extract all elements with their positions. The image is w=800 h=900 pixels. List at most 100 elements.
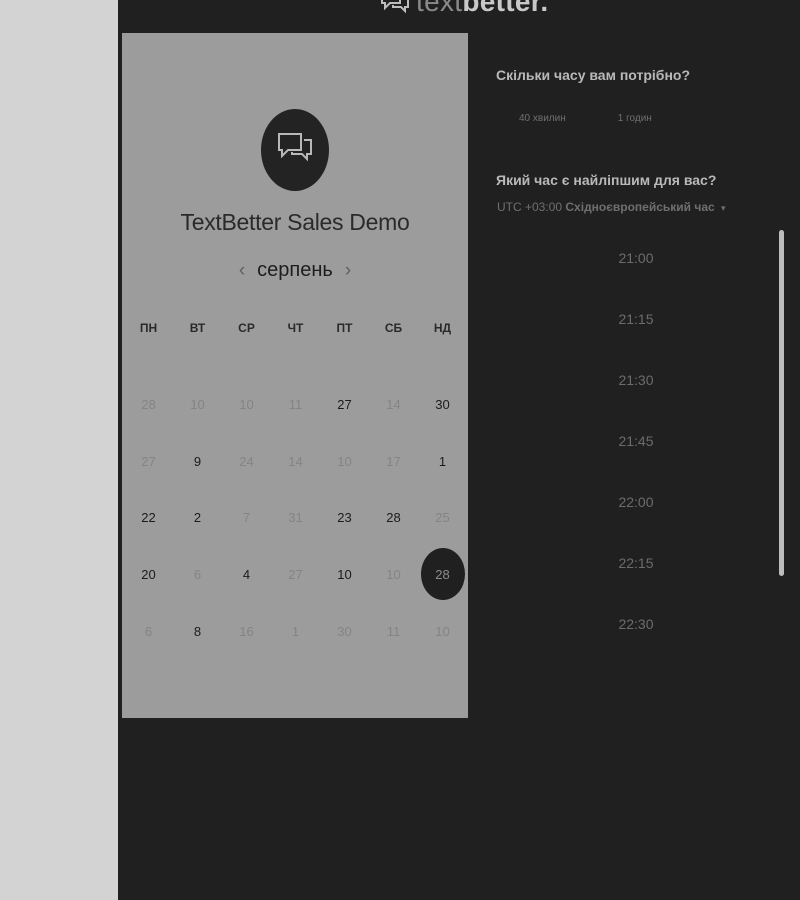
calendar-day-available[interactable]: 30 [418, 376, 467, 433]
calendar-day: 24 [222, 433, 271, 490]
calendar-day-number: 30 [337, 623, 352, 639]
calendar-day: 31 [271, 489, 320, 546]
calendar-day: 10 [369, 546, 418, 603]
calendar-day-available[interactable]: 23 [320, 489, 369, 546]
calendar-day-number: 25 [435, 510, 450, 526]
calendar-day: 10 [418, 603, 467, 660]
calendar-day: 27 [271, 546, 320, 603]
calendar-day-number: 16 [239, 623, 254, 639]
calendar-day-available[interactable]: 20 [124, 546, 173, 603]
chat-bubbles-icon [380, 0, 410, 15]
calendar-day-available[interactable]: 28 [369, 489, 418, 546]
weekday-label: СБ [384, 321, 403, 335]
time-slot[interactable]: 21:30 [586, 372, 686, 433]
calendar-day-number: 7 [242, 510, 251, 526]
time-slot[interactable]: 22:00 [586, 494, 686, 555]
calendar-day-number: 8 [193, 623, 202, 639]
time-slot[interactable]: 21:00 [586, 250, 686, 311]
calendar-day-number: 10 [386, 566, 401, 582]
calendar-day: 6 [124, 603, 173, 660]
calendar-day: 10 [222, 376, 271, 433]
calendar-day: 28 [124, 376, 173, 433]
calendar-day-number: 27 [337, 396, 352, 412]
calendar-day-number: 27 [141, 453, 156, 469]
calendar-day-number: 11 [386, 623, 401, 639]
calendar-day-number: 11 [288, 396, 303, 412]
calendar-day-number: 1 [438, 453, 447, 469]
calendar-day-number: 24 [239, 453, 254, 469]
weekday-label: СР [238, 321, 255, 335]
calendar-day: 30 [320, 603, 369, 660]
calendar-day-number: 28 [420, 548, 465, 601]
calendar-day: 11 [271, 376, 320, 433]
calendar-day: 16 [222, 603, 271, 660]
timezone-offset: UTC +03:00 [497, 200, 563, 214]
calendar-day: 11 [369, 603, 418, 660]
calendar-day-number: 10 [190, 396, 205, 412]
time-slot[interactable]: 21:45 [586, 433, 686, 494]
chevron-down-icon: ▾ [721, 203, 726, 213]
prev-month-button[interactable]: ‹ [239, 261, 245, 280]
calendar-day-selected[interactable]: 28 [418, 546, 467, 603]
calendar-day: 1 [271, 603, 320, 660]
calendar-day: 14 [369, 376, 418, 433]
calendar-day-number: 10 [435, 623, 450, 639]
calendar-day: 6 [173, 546, 222, 603]
calendar-day-number: 28 [386, 510, 401, 526]
calendar-days-grid: 28 10 10 11 27 14 30 27 9 24 14 10 17 1 22 2 7 31 23 28 25 20… [124, 376, 467, 659]
calendar-day-number: 20 [141, 566, 156, 582]
weekday-label: ВТ [189, 321, 206, 335]
month-label: серпень [257, 259, 333, 281]
calendar-day-number: 14 [288, 453, 303, 469]
weekday-header: ПН ВТ СР ЧТ ПТ СБ НД [124, 321, 467, 335]
avatar [261, 109, 329, 191]
calendar-day-number: 10 [239, 396, 254, 412]
logo-text-light: text [416, 0, 463, 17]
time-slot[interactable]: 21:15 [586, 311, 686, 372]
calendar-day: 10 [320, 433, 369, 490]
calendar-day-number: 1 [291, 623, 300, 639]
calendar-day-number: 4 [242, 566, 251, 582]
time-slots-scrollbar[interactable] [779, 230, 784, 576]
duration-options: 40 хвилин 1 годин [519, 113, 652, 124]
duration-option-40-min[interactable]: 40 хвилин [519, 113, 566, 124]
duration-option-1-hour[interactable]: 1 годин [618, 113, 652, 124]
time-slot[interactable]: 22:30 [586, 616, 686, 677]
left-sidebar-strip [0, 0, 118, 900]
calendar-day-number: 14 [386, 396, 401, 412]
calendar-day-available[interactable]: 4 [222, 546, 271, 603]
calendar-day-number: 9 [193, 453, 202, 469]
calendar-card: TextBetter Sales Demo ‹ серпень › ПН ВТ … [122, 33, 468, 718]
brand-logo: text better. [380, 0, 548, 18]
calendar-day-available[interactable]: 10 [320, 546, 369, 603]
calendar-day-number: 27 [288, 566, 303, 582]
next-month-button[interactable]: › [345, 261, 351, 280]
month-navigation: ‹ серпень › [122, 259, 468, 282]
calendar-day-available[interactable]: 1 [418, 433, 467, 490]
calendar-day-available[interactable]: 8 [173, 603, 222, 660]
time-slot-list: 21:00 21:15 21:30 21:45 22:00 22:15 22:3… [586, 250, 686, 677]
weekday-label: ПН [139, 321, 158, 335]
calendar-day: 25 [418, 489, 467, 546]
calendar-day: 17 [369, 433, 418, 490]
time-slot[interactable]: 22:15 [586, 555, 686, 616]
calendar-day-number: 6 [144, 623, 153, 639]
calendar-day-number: 10 [337, 453, 352, 469]
timezone-name: Східноєвропейський час [565, 200, 715, 214]
logo-text-bold: better. [462, 0, 549, 17]
calendar-day-number: 6 [193, 566, 202, 582]
calendar-day-number: 17 [386, 453, 401, 469]
calendar-day-number: 30 [435, 396, 450, 412]
timezone-selector[interactable]: UTC +03:00 Східноєвропейський час ▾ [497, 200, 726, 214]
calendar-day-available[interactable]: 27 [320, 376, 369, 433]
calendar-day-available[interactable]: 22 [124, 489, 173, 546]
calendar-day-available[interactable]: 2 [173, 489, 222, 546]
chat-bubbles-icon [276, 131, 314, 170]
calendar-day-number: 2 [193, 510, 202, 526]
calendar-day-number: 28 [141, 396, 156, 412]
calendar-day-number: 31 [288, 510, 303, 526]
calendar-day-available[interactable]: 9 [173, 433, 222, 490]
time-question: Який час є найліпшим для вас? [496, 172, 717, 188]
calendar-day: 7 [222, 489, 271, 546]
weekday-label: ПТ [336, 321, 353, 335]
